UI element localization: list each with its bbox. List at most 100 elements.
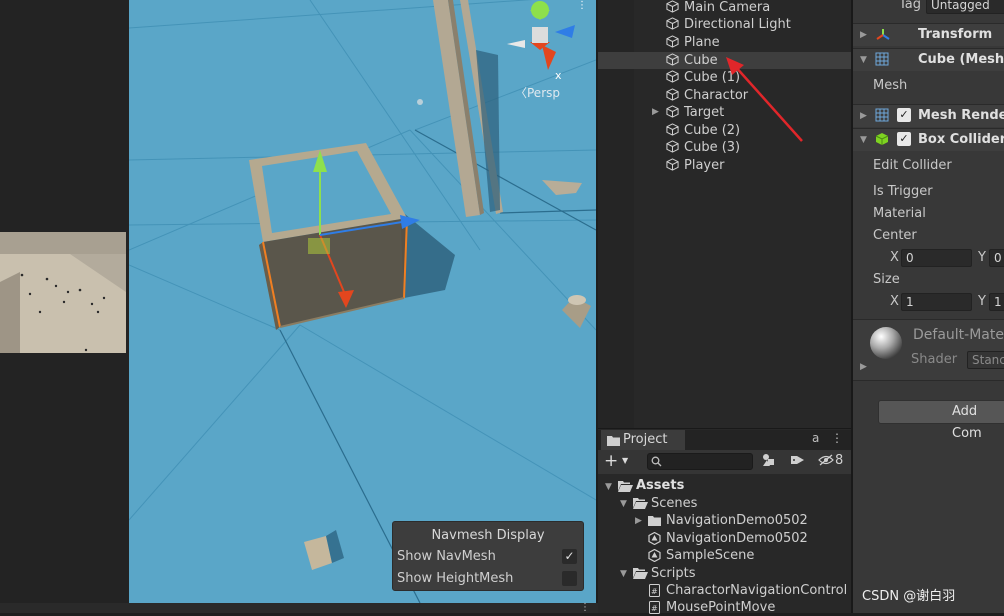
project-tree-mouse-point-move[interactable]: MousePointMove	[666, 599, 775, 616]
game-view-thumbnail[interactable]	[0, 232, 126, 353]
expand-arrow-icon[interactable]: ▶	[860, 30, 867, 40]
navmesh-display-title: Navmesh Display	[431, 528, 545, 543]
show-heightmesh-label: Show HeightMesh	[397, 571, 514, 586]
folder-open-icon	[618, 481, 633, 492]
watermark-text: CSDN @谢白羽	[862, 589, 956, 604]
unity-scene-icon	[648, 549, 661, 562]
material-label: Material	[873, 206, 926, 221]
cube-outline-icon	[666, 0, 679, 13]
project-tree-charactor-navigation-control[interactable]: CharactorNavigationControl	[666, 582, 847, 599]
material-name: Default-Mate	[913, 327, 1004, 343]
fold-arrow-icon[interactable]: ▼	[620, 569, 627, 579]
mesh-filter-icon	[875, 52, 889, 66]
cube-outline-icon	[666, 123, 679, 136]
hierarchy-item-main-camera[interactable]: Main Camera	[666, 0, 770, 16]
tag-label: Tag	[899, 0, 922, 12]
transform-label: Transform	[918, 27, 993, 42]
cube-outline-icon	[666, 35, 679, 48]
hierarchy-item-cube[interactable]: Cube	[666, 52, 718, 69]
mesh-renderer-enabled-checkbox[interactable]: ✓	[897, 108, 911, 122]
cube-outline-icon	[666, 53, 679, 66]
box-collider-label: Box Collider	[918, 132, 1004, 147]
fold-arrow-icon[interactable]: ▼	[605, 482, 612, 492]
csharp-script-icon: #	[649, 584, 660, 597]
material-sphere-icon	[870, 327, 902, 359]
mesh-renderer-label: Mesh Render	[918, 108, 1004, 123]
size-x-axis-label: X	[890, 294, 899, 309]
is-trigger-label: Is Trigger	[873, 184, 933, 199]
search-icon	[651, 456, 662, 467]
project-search-input[interactable]	[647, 453, 753, 470]
tag-dropdown[interactable]: Untagged	[926, 0, 1004, 14]
lock-icon[interactable]: a	[812, 431, 819, 445]
fold-arrow-icon[interactable]: ▼	[860, 135, 867, 145]
expand-arrow-icon[interactable]: ▶	[860, 111, 867, 121]
size-x-field[interactable]: 1	[901, 293, 972, 311]
folder-icon	[607, 436, 620, 446]
size-label: Size	[873, 272, 900, 287]
show-heightmesh-checkbox[interactable]	[562, 571, 577, 586]
center-x-axis-label: X	[890, 250, 899, 265]
add-component-button[interactable]: Add Com	[878, 400, 1004, 441]
add-button[interactable]: +	[604, 451, 618, 471]
cube-outline-icon	[666, 140, 679, 153]
cube-outline-icon	[666, 105, 679, 118]
project-tree-scenes[interactable]: Scenes	[651, 495, 697, 512]
unity-scene-icon	[648, 532, 661, 545]
filter-by-type-icon[interactable]	[762, 453, 776, 467]
expand-arrow-icon[interactable]: ▶	[860, 362, 867, 372]
folder-icon	[648, 516, 661, 526]
hidden-count: 8	[835, 453, 844, 468]
center-y-axis-label: Y	[978, 250, 986, 265]
center-label: Center	[873, 228, 917, 243]
svg-text:x: x	[555, 69, 562, 82]
mesh-renderer-icon	[875, 108, 889, 122]
mesh-filter-label: Cube (Mesh F	[918, 52, 1004, 67]
project-tree-navigation-folder[interactable]: NavigationDemo0502	[666, 512, 808, 529]
show-navmesh-label: Show NavMesh	[397, 549, 496, 564]
cube-outline-icon	[666, 70, 679, 83]
expand-arrow-icon[interactable]: ▶	[635, 516, 642, 526]
fold-arrow-icon[interactable]: ▼	[860, 55, 867, 65]
label-tag-icon[interactable]	[791, 454, 805, 466]
scene-options-icon[interactable]: ⋮	[580, 602, 590, 613]
persp-label[interactable]: 〈Persp	[515, 84, 560, 101]
transform-icon	[876, 29, 890, 40]
fold-arrow-icon[interactable]: ▼	[620, 499, 627, 509]
box-collider-icon	[875, 133, 889, 145]
box-collider-enabled-checkbox[interactable]: ✓	[897, 132, 911, 146]
mesh-label: Mesh	[873, 78, 908, 93]
shader-label: Shader	[911, 352, 958, 367]
size-y-field[interactable]: 1	[989, 293, 1004, 311]
annotation-arrow-icon	[726, 57, 803, 142]
svg-text:#: #	[651, 587, 658, 596]
csharp-script-icon: #	[649, 601, 660, 614]
expand-arrow-icon[interactable]: ▶	[652, 107, 659, 117]
project-tree-navigation-scene[interactable]: NavigationDemo0502	[666, 530, 808, 547]
svg-text:#: #	[651, 604, 658, 613]
hidden-eye-icon[interactable]	[818, 454, 834, 466]
project-tree-samplescene[interactable]: SampleScene	[666, 547, 754, 564]
more-menu-icon[interactable]: ⋮	[831, 431, 843, 445]
svg-text:⋮: ⋮	[577, 0, 587, 11]
size-y-axis-label: Y	[978, 294, 986, 309]
cube-outline-icon	[666, 158, 679, 171]
folder-open-icon	[633, 568, 648, 579]
hierarchy-item-player[interactable]: Player	[666, 157, 724, 174]
center-y-field[interactable]: 0	[989, 249, 1004, 267]
navmesh-display-panel: Navmesh Display Show NavMesh ✓ Show Heig…	[392, 521, 584, 591]
project-tree-assets[interactable]: Assets	[636, 477, 684, 494]
center-x-field[interactable]: 0	[901, 249, 972, 267]
cube-outline-icon	[666, 17, 679, 30]
hierarchy-item-directional-light[interactable]: Directional Light	[666, 16, 791, 33]
edit-collider-label: Edit Collider	[873, 158, 952, 173]
shader-dropdown[interactable]: Stanc	[967, 351, 1004, 369]
hierarchy-item-plane[interactable]: Plane	[666, 34, 720, 51]
project-tree-scripts[interactable]: Scripts	[651, 565, 695, 582]
hierarchy-item-target[interactable]: Target	[666, 104, 724, 121]
cube-outline-icon	[666, 88, 679, 101]
add-dropdown-icon[interactable]: ▼	[622, 456, 628, 465]
show-navmesh-checkbox[interactable]: ✓	[562, 549, 577, 564]
scene-bottom-bar	[0, 603, 600, 613]
folder-open-icon	[633, 498, 648, 509]
